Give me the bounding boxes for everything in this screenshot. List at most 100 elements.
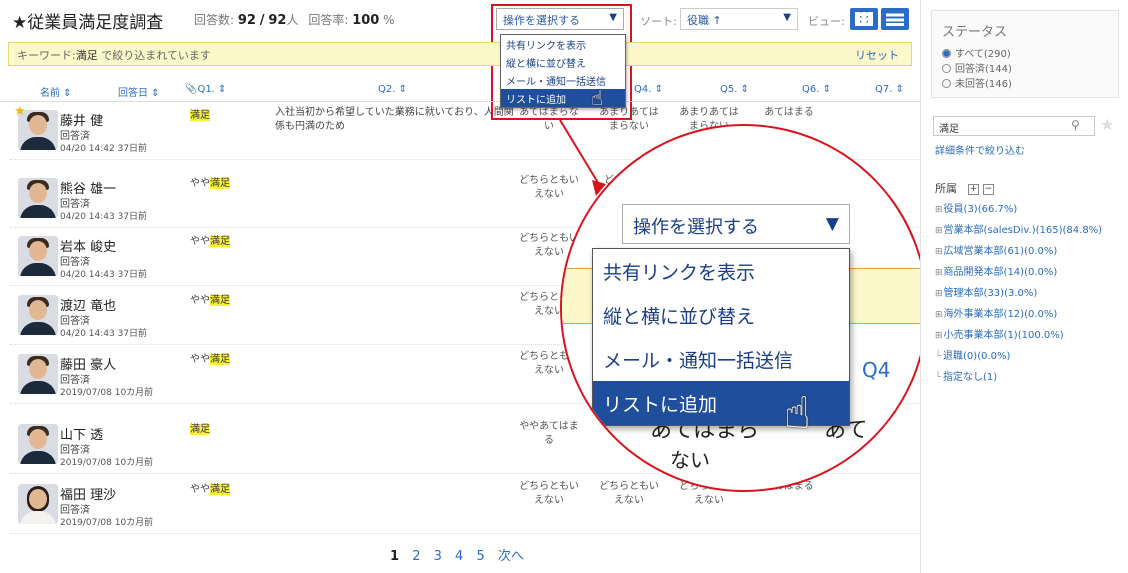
respondent-status: 回答済 <box>60 505 90 516</box>
rate-label: 回答率: <box>308 13 349 27</box>
col-q7[interactable]: Q7. ⇕ <box>875 84 904 95</box>
dept-item[interactable]: ⊞小売事業本部(1)(100.0%) <box>935 326 1064 341</box>
page-2[interactable]: 2 <box>412 549 420 564</box>
dept-item[interactable]: ⊞商品開発本部(14)(0.0%) <box>935 263 1057 278</box>
col-q6[interactable]: Q6. ⇕ <box>802 84 831 95</box>
star-icon[interactable]: ★ <box>1100 115 1114 134</box>
col-date[interactable]: 回答日 ⇕ <box>118 84 160 99</box>
expand-icon[interactable]: ⊞ <box>935 226 943 236</box>
radio-all-label: すべて(290) <box>955 49 1011 60</box>
grid-view-button[interactable] <box>850 8 878 30</box>
dept-label: 役員(3)(66.7%) <box>943 204 1018 215</box>
dept-label: 管理本部(33)(3.0%) <box>943 288 1038 299</box>
col-q4[interactable]: Q4. ⇕ <box>634 84 663 95</box>
tree-line-icon: └ <box>935 372 942 383</box>
expand-icon[interactable]: ⊞ <box>935 310 943 320</box>
col-name[interactable]: 名前 ⇕ <box>40 84 72 99</box>
col-q5[interactable]: Q5. ⇕ <box>720 84 749 95</box>
clip-icon: 📎 <box>185 84 198 95</box>
q2-answer: 入社当初から希望していた業務に就いており、人間関係も円満のため <box>275 107 514 132</box>
q1-highlight: 満足 <box>190 110 210 121</box>
avatar <box>18 354 58 394</box>
expand-icon[interactable]: ⊞ <box>935 289 943 299</box>
zoom-select-label: 操作を選択する <box>633 217 759 238</box>
dept-item[interactable]: ⊞海外事業本部(12)(0.0%) <box>935 305 1057 320</box>
q2-answer <box>275 350 515 380</box>
dept-label: 退職(0)(0.0%) <box>943 351 1011 362</box>
radio-unanswered[interactable]: 未回答(146) <box>942 75 1012 90</box>
table-header: 名前 ⇕ 回答日 ⇕ 📎Q1. ⇕ Q2. ⇕ Q4. ⇕ Q5. ⇕ Q6. … <box>0 80 920 102</box>
rate-value: 100 <box>352 13 380 28</box>
menu-item-bulk-mail[interactable]: メール・通知一括送信 <box>501 71 625 89</box>
expand-icon[interactable]: ⊞ <box>935 331 943 341</box>
sort-select[interactable]: 役職 ↑ ▼ <box>680 8 798 30</box>
q4-answer: どちらともいえない <box>519 175 579 200</box>
radio-dot <box>942 79 951 88</box>
col-q1[interactable]: 📎Q1. ⇕ <box>185 84 226 95</box>
view-label: ビュー: <box>808 15 845 28</box>
status-filter-box: ステータス すべて(290) 回答済(144) 未回答(146) <box>931 10 1119 98</box>
radio-all[interactable]: すべて(290) <box>942 45 1011 60</box>
next-page[interactable]: 次へ <box>498 549 524 564</box>
filter-keyword: 満足 <box>75 49 98 62</box>
col-q2[interactable]: Q2. ⇕ <box>378 84 407 95</box>
page-5[interactable]: 5 <box>476 549 484 564</box>
dept-item[interactable]: ⊞管理本部(33)(3.0%) <box>935 284 1037 299</box>
expand-icon[interactable]: ⊞ <box>935 247 943 257</box>
radio-answered[interactable]: 回答済(144) <box>942 60 1012 75</box>
zoom-pointer-hand-icon: ☝ <box>784 388 811 439</box>
dept-item[interactable]: ⊞役員(3)(66.7%) <box>935 200 1017 215</box>
response-date: 04/20 14:43 37日前 <box>60 329 148 339</box>
dept-label: 商品開発本部(14)(0.0%) <box>943 267 1058 278</box>
main-panel: ★従業員満足度調査 回答数: 92 / 92人 回答率: 100 % 操作を選択… <box>0 0 920 573</box>
response-stats: 回答数: 92 / 92人 回答率: 100 % <box>194 11 395 28</box>
list-icon <box>886 12 904 26</box>
q1-highlight: 満足 <box>210 354 230 365</box>
q1-answer: 満足 <box>190 106 210 121</box>
menu-item-rearrange[interactable]: 縦と横に並び替え <box>501 53 625 71</box>
q1-answer: やや満足 <box>190 480 230 495</box>
reset-link[interactable]: リセット <box>855 47 899 63</box>
sidebar: ステータス すべて(290) 回答済(144) 未回答(146) 満足 ⚲ ★ … <box>920 0 1128 573</box>
page-4[interactable]: 4 <box>455 549 463 564</box>
responses-value: 92 <box>237 13 256 28</box>
operation-select[interactable]: 操作を選択する ▼ <box>496 8 624 30</box>
pointer-hand-icon: ☝ <box>591 86 604 110</box>
dept-item[interactable]: ⊞広域営業本部(61)(0.0%) <box>935 242 1057 257</box>
q1-prefix: やや <box>190 236 210 247</box>
zoom-bg-text2: ない <box>670 448 710 472</box>
expand-icon[interactable]: ⊞ <box>935 268 943 278</box>
expand-icon[interactable]: ⊞ <box>935 205 943 215</box>
search-icon[interactable]: ⚲ <box>1071 118 1080 132</box>
responses-total: 92 <box>268 13 287 28</box>
q1-highlight: 満足 <box>210 484 230 495</box>
respondent-status: 回答済 <box>60 316 90 327</box>
list-view-button[interactable] <box>881 8 909 30</box>
q1-prefix: やや <box>190 178 210 189</box>
q1-answer: やや満足 <box>190 232 230 247</box>
respondent-status: 回答済 <box>60 131 90 142</box>
page-1[interactable]: 1 <box>390 549 399 564</box>
collapse-all-icon[interactable]: − <box>983 184 994 195</box>
q4-answer: どちらともいえない <box>519 481 579 506</box>
q2-answer <box>275 420 515 450</box>
menu-item-add-to-list[interactable]: リストに追加 <box>501 89 625 107</box>
menu-item-share-link[interactable]: 共有リンクを表示 <box>501 35 625 53</box>
avatar <box>18 295 58 335</box>
dept-item[interactable]: ⊞営業本部(salesDiv.)(165)(84.8%) <box>935 221 1102 236</box>
filter-suffix: で絞り込まれています <box>101 49 211 62</box>
expand-all-icon[interactable]: + <box>968 184 979 195</box>
page-3[interactable]: 3 <box>434 549 442 564</box>
avatar <box>18 424 58 464</box>
avatar <box>18 178 58 218</box>
q1-answer: やや満足 <box>190 291 230 306</box>
q2-answer <box>275 480 515 510</box>
dept-item[interactable]: └ 指定なし(1) <box>935 368 997 383</box>
q4-answer: あてはまらない <box>519 107 579 132</box>
dept-item[interactable]: └ 退職(0)(0.0%) <box>935 347 1010 362</box>
response-date: 04/20 14:43 37日前 <box>60 270 148 280</box>
q1-prefix: やや <box>190 295 210 306</box>
advanced-filter-link[interactable]: 詳細条件で絞り込む <box>935 142 1025 157</box>
pagination: 1 2 3 4 5 次へ <box>390 545 533 564</box>
dept-title: 所属 + − <box>935 180 994 196</box>
